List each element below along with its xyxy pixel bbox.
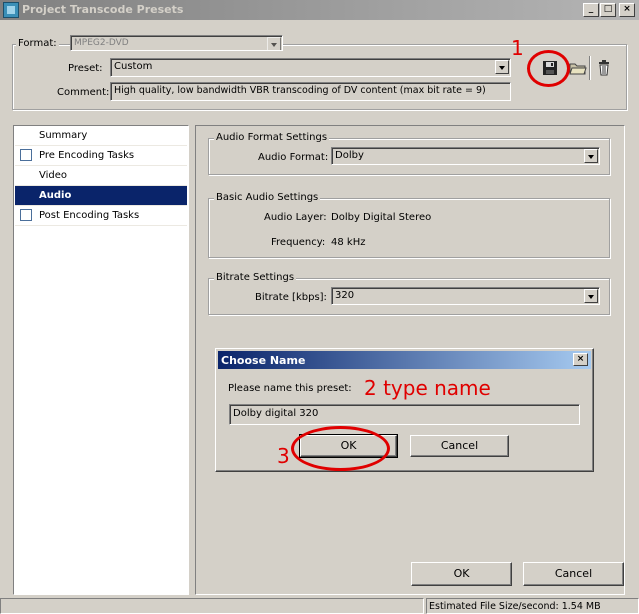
choose-name-dialog: Choose Name × Please name this preset: D…: [215, 348, 594, 472]
sidebar-item-label: Pre Encoding Tasks: [39, 150, 135, 161]
frequency-value: 48 kHz: [331, 237, 366, 248]
post-encoding-checkbox[interactable]: [20, 209, 32, 221]
app-icon: [3, 2, 19, 18]
chevron-down-icon[interactable]: [584, 149, 598, 163]
sidebar-item-summary[interactable]: Summary: [15, 126, 187, 146]
status-bar: Estimated File Size/second: 1.54 MB: [426, 598, 639, 614]
status-bar-left: [0, 598, 424, 614]
sidebar-item-post-encoding[interactable]: Post Encoding Tasks: [15, 206, 187, 226]
basic-audio-title: Basic Audio Settings: [214, 192, 321, 203]
dialog-prompt: Please name this preset:: [228, 383, 352, 394]
annotation-circle-ok: [291, 426, 390, 471]
bitrate-value: 320: [335, 290, 355, 301]
annotation-step-3: 3: [277, 444, 290, 468]
sidebar-item-label: Post Encoding Tasks: [39, 210, 140, 221]
minimize-button[interactable]: _: [583, 3, 599, 17]
chevron-down-icon[interactable]: [267, 37, 281, 50]
sidebar-item-label: Summary: [39, 130, 88, 141]
preset-name-value: Dolby digital 320: [233, 408, 319, 419]
dialog-title-bar[interactable]: Choose Name ×: [218, 351, 591, 369]
annotation-step-2: 2 type name: [364, 376, 491, 400]
close-button[interactable]: ×: [619, 3, 635, 17]
audio-layer-value: Dolby Digital Stereo: [331, 212, 432, 223]
basic-audio-group: [208, 198, 610, 258]
format-label: Format:: [16, 38, 59, 49]
sidebar-item-label: Video: [39, 170, 68, 181]
dialog-cancel-label: Cancel: [440, 439, 479, 452]
sidebar-item-pre-encoding[interactable]: Pre Encoding Tasks: [15, 146, 187, 166]
format-select[interactable]: MPEG2-DVD: [70, 35, 283, 51]
sidebar-list: Summary Pre Encoding Tasks Video Audio P…: [13, 125, 189, 595]
audio-format-title: Audio Format Settings: [214, 132, 330, 143]
sidebar-item-video[interactable]: Video: [15, 166, 187, 186]
sidebar-item-label: Audio: [39, 190, 72, 201]
bitrate-label: Bitrate [kbps]:: [255, 292, 327, 303]
preset-value: Custom: [114, 61, 153, 72]
title-bar[interactable]: Project Transcode Presets _ □ ×: [0, 0, 639, 20]
chevron-down-icon[interactable]: [495, 60, 509, 74]
comment-value: High quality, low bandwidth VBR transcod…: [114, 85, 486, 96]
cancel-label: Cancel: [554, 567, 593, 580]
audio-format-label: Audio Format:: [258, 152, 329, 163]
bitrate-select[interactable]: 320: [331, 287, 600, 305]
bitrate-title: Bitrate Settings: [214, 272, 297, 283]
ok-label: OK: [453, 567, 470, 580]
close-icon: ×: [576, 354, 585, 364]
preset-select[interactable]: Custom: [110, 58, 511, 77]
chevron-down-icon[interactable]: [584, 289, 598, 303]
audio-layer-label: Audio Layer:: [264, 212, 327, 223]
maximize-button[interactable]: □: [600, 3, 616, 17]
dialog-cancel-button[interactable]: Cancel: [410, 435, 509, 457]
ok-button[interactable]: OK: [411, 562, 512, 586]
cancel-button[interactable]: Cancel: [523, 562, 624, 586]
comment-field[interactable]: High quality, low bandwidth VBR transcod…: [110, 82, 511, 101]
preset-name-input[interactable]: Dolby digital 320: [229, 404, 580, 425]
dialog-close-button[interactable]: ×: [573, 353, 588, 366]
audio-format-select[interactable]: Dolby: [331, 147, 600, 165]
window-title: Project Transcode Presets: [22, 3, 184, 16]
preset-label: Preset:: [68, 63, 103, 74]
annotation-circle-save: [527, 50, 570, 87]
open-folder-icon[interactable]: [569, 59, 587, 77]
comment-label: Comment:: [57, 87, 110, 98]
sidebar-item-audio[interactable]: Audio: [15, 186, 187, 206]
format-value: MPEG2-DVD: [74, 38, 129, 48]
dialog-title: Choose Name: [221, 354, 306, 367]
file-size-status: Estimated File Size/second: 1.54 MB: [429, 601, 601, 612]
delete-icon[interactable]: [597, 60, 611, 76]
annotation-step-1: 1: [511, 36, 524, 60]
pre-encoding-checkbox[interactable]: [20, 149, 32, 161]
audio-format-value: Dolby: [335, 150, 364, 161]
frequency-label: Frequency:: [271, 237, 326, 248]
toolbar-separator: [589, 56, 591, 80]
